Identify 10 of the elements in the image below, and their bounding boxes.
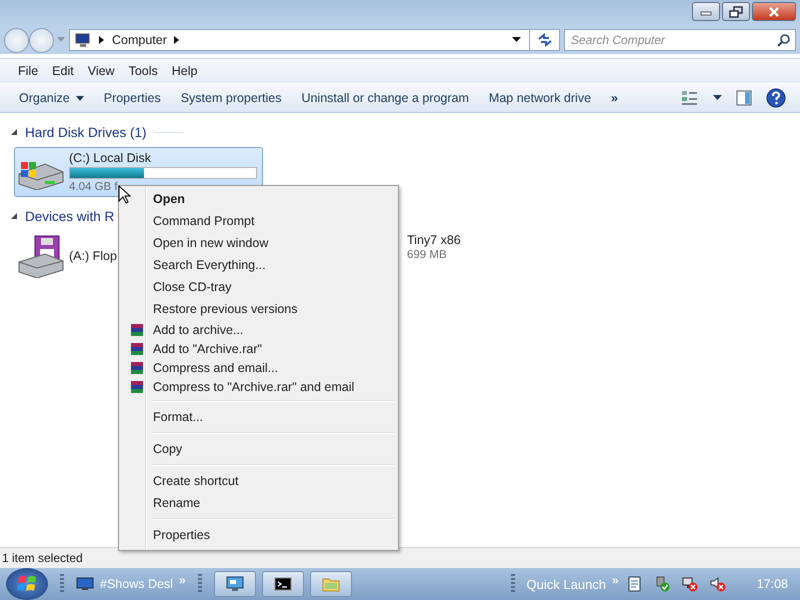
location-text: Computer [112,33,167,47]
status-text: 1 item selected [2,551,83,565]
clock-text: 17:08 [756,577,788,591]
drive-label: (C:) Local Disk [69,151,152,165]
drive-size-text: 4.04 GB f [69,181,119,193]
drive-label: Tiny7 x86 [407,233,461,247]
drive-label: (A:) Flop [69,249,117,263]
drive-size-text: 699 MB [407,249,448,261]
group-heading: Hard Disk Drives (1) [25,124,147,140]
group-heading: Devices with R [25,208,114,224]
